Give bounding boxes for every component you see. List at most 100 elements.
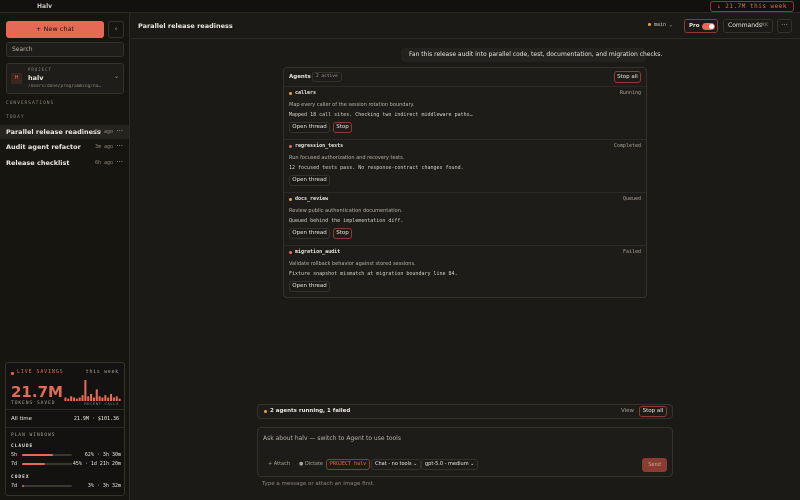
conversation-title: Audit agent refactor <box>6 143 81 151</box>
agent-description: Validate rollback behavior against store… <box>289 261 416 267</box>
recent-calls-chart <box>64 380 121 401</box>
conversations-label: CONVERSATIONS <box>6 101 55 106</box>
toggle-switch[interactable] <box>702 23 715 30</box>
agent-status: Failed <box>622 249 641 255</box>
all-time-label: All time <box>11 416 32 422</box>
agent-row: docs_review Queued Review public authent… <box>284 192 646 245</box>
stop-agent-button[interactable]: Stop <box>333 228 352 239</box>
today-label: TODAY <box>6 115 25 120</box>
thread-title: Parallel release readiness <box>138 22 233 30</box>
active-count-badge: 2 active <box>312 72 342 82</box>
agent-log: Mapped 18 call sites. Checking two indir… <box>289 112 473 118</box>
pro-label: Pro <box>689 23 700 29</box>
top-bar: Halv ↓ 21.7M this week <box>0 0 800 13</box>
conversation-item[interactable]: Parallel release readiness 5m ago ··· <box>0 125 129 139</box>
plan-progress-track <box>22 454 72 456</box>
plan-window-value: 62% · 3h 30m <box>84 452 121 458</box>
plan-window-value: 3% · 3h 32m <box>87 483 121 489</box>
all-time-value: 21.9M · $101.36 <box>73 416 119 422</box>
plan-progress-fill <box>22 485 24 487</box>
model-select[interactable]: gpt-5.0 - medium ⌄ <box>421 459 479 470</box>
more-icon[interactable]: ··· <box>116 142 123 150</box>
collapse-sidebar-button[interactable]: ‹ <box>108 21 124 38</box>
recent-call-bar <box>67 398 70 401</box>
conversation-title: Parallel release readiness <box>6 128 101 136</box>
plan-progress-track <box>22 485 72 487</box>
agent-status-dot-icon <box>289 198 292 201</box>
plan-windows-label: PLAN WINDOWS <box>11 433 56 438</box>
recent-call-bar <box>72 397 75 401</box>
usage-badge[interactable]: ↓ 21.7M this week <box>710 1 794 12</box>
agent-log: Fixture snapshot mismatch at migration b… <box>289 271 458 277</box>
open-thread-button[interactable]: Open thread <box>289 281 330 292</box>
agents-panel-title: Agents <box>289 74 311 80</box>
dictate-button[interactable]: ● Dictate <box>295 459 327 470</box>
agent-log: Queued behind the implementation diff. <box>289 218 404 224</box>
plan-progress-fill <box>22 454 53 456</box>
conversation-time: 3m ago <box>94 144 113 150</box>
recent-call-bar <box>81 395 84 401</box>
recent-call-bar <box>95 389 98 401</box>
branch-name: main <box>654 22 667 28</box>
recent-call-bar <box>110 394 113 401</box>
project-selector[interactable]: H PROJECT halv /Users/dane/programming/h… <box>6 63 124 94</box>
plan-progress-track <box>22 463 72 465</box>
project-chip[interactable]: PROJECT halv <box>326 459 371 470</box>
attach-button[interactable]: + Attach <box>264 459 294 470</box>
agent-description: Map every caller of the session rotation… <box>289 102 415 108</box>
send-button[interactable]: Send <box>642 458 667 472</box>
branch-selector[interactable]: main ⌄ <box>648 22 672 28</box>
open-thread-button[interactable]: Open thread <box>289 228 330 239</box>
composer-hint: Type a message or attach an image first. <box>262 481 375 487</box>
more-icon[interactable]: ··· <box>116 158 123 166</box>
agent-description: Review public authentication documentati… <box>289 208 403 214</box>
commands-button[interactable]: Commands ⌘K <box>723 19 773 33</box>
agent-status-dot-icon <box>289 92 292 95</box>
divider <box>6 427 124 428</box>
mode-select[interactable]: Chat - no tools ⌄ <box>371 459 422 470</box>
running-dot-icon <box>264 410 267 413</box>
stop-agent-button[interactable]: Stop <box>333 122 352 133</box>
plan-window-key: 5h <box>11 452 18 458</box>
live-savings-label: LIVE SAVINGS <box>17 370 64 375</box>
more-icon[interactable]: ··· <box>116 127 123 135</box>
agent-row: migration_audit Failed Validate rollback… <box>284 245 646 297</box>
agent-status-dot-icon <box>289 145 292 148</box>
stop-all-button[interactable]: Stop all <box>614 71 641 83</box>
plan-progress-fill <box>22 463 45 465</box>
open-thread-button[interactable]: Open thread <box>289 175 330 186</box>
toggle-knob <box>709 24 714 29</box>
savings-period: this week <box>85 370 119 375</box>
savings-value: 21.7M <box>11 383 63 401</box>
agent-description: Run focused authorization and recovery t… <box>289 155 405 161</box>
branch-status-icon <box>648 23 651 26</box>
open-thread-button[interactable]: Open thread <box>289 122 330 133</box>
conversation-time: 6h ago <box>94 160 113 166</box>
search-input[interactable] <box>6 42 124 57</box>
live-savings-card: LIVE SAVINGS this week 21.7M TOKENS SAVE… <box>5 362 125 496</box>
agent-row: regression_tests Completed Run focused a… <box>284 139 646 192</box>
new-chat-button[interactable]: + New chat <box>6 21 104 38</box>
chevron-down-icon: ⌄ <box>113 73 119 80</box>
message-input[interactable] <box>263 433 663 443</box>
plan-row: 7d 3% · 3h 32m <box>11 483 121 489</box>
pro-toggle[interactable]: Pro <box>684 19 718 33</box>
user-message: Fan this release audit into parallel cod… <box>401 48 662 62</box>
conversation-item[interactable]: Audit agent refactor 3m ago ··· <box>0 140 129 154</box>
agents-status-text: 2 agents running, 1 failed <box>270 408 351 414</box>
project-avatar: H <box>11 73 22 84</box>
agent-row: callers Running Map every caller of the … <box>284 86 646 139</box>
agent-name: docs_review <box>295 196 329 202</box>
view-agents-link[interactable]: View <box>621 408 634 414</box>
sidebar: + New chat ‹ H PROJECT halv /Users/dane/… <box>0 13 130 500</box>
plan-row: 7d 45% · 1d 21h 20m <box>11 461 121 467</box>
stop-all-agents-button[interactable]: Stop all <box>639 406 667 417</box>
agent-status: Running <box>619 90 641 96</box>
recent-call-bar <box>84 380 87 401</box>
conversation-item[interactable]: Release checklist 6h ago ··· <box>0 156 129 170</box>
recent-call-bar <box>90 394 93 401</box>
more-options-button[interactable]: ··· <box>777 19 792 33</box>
agent-status: Queued <box>622 196 641 202</box>
plan-group-claude: CLAUDE <box>11 444 34 449</box>
plan-group-codex: CODEX <box>11 475 30 480</box>
